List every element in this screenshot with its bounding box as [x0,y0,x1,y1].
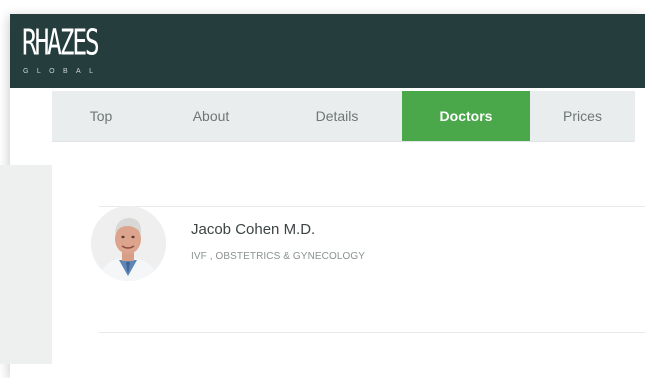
site-header: RHAZES GLOBAL [10,14,645,88]
tab-prices[interactable]: Prices [530,91,635,141]
doctor-avatar[interactable] [91,206,166,281]
rhazes-logo[interactable]: RHAZES GLOBAL [22,22,132,82]
logo-wordmark: RHAZES [22,22,100,64]
left-gutter [0,165,52,364]
tab-about[interactable]: About [150,91,272,141]
divider-bottom [99,332,645,333]
doctor-name[interactable]: Jacob Cohen M.D. [191,221,315,238]
tab-top[interactable]: Top [52,91,150,141]
doctor-specialty: IVF , OBSTETRICS & GYNECOLOGY [191,251,366,262]
tab-details[interactable]: Details [272,91,402,141]
tab-doctors[interactable]: Doctors [402,91,530,141]
logo-subtitle: GLOBAL [23,68,102,75]
doctor-portrait-icon [91,206,166,281]
divider-top [99,206,645,207]
section-nav: Top About Details Doctors Prices [52,91,635,142]
